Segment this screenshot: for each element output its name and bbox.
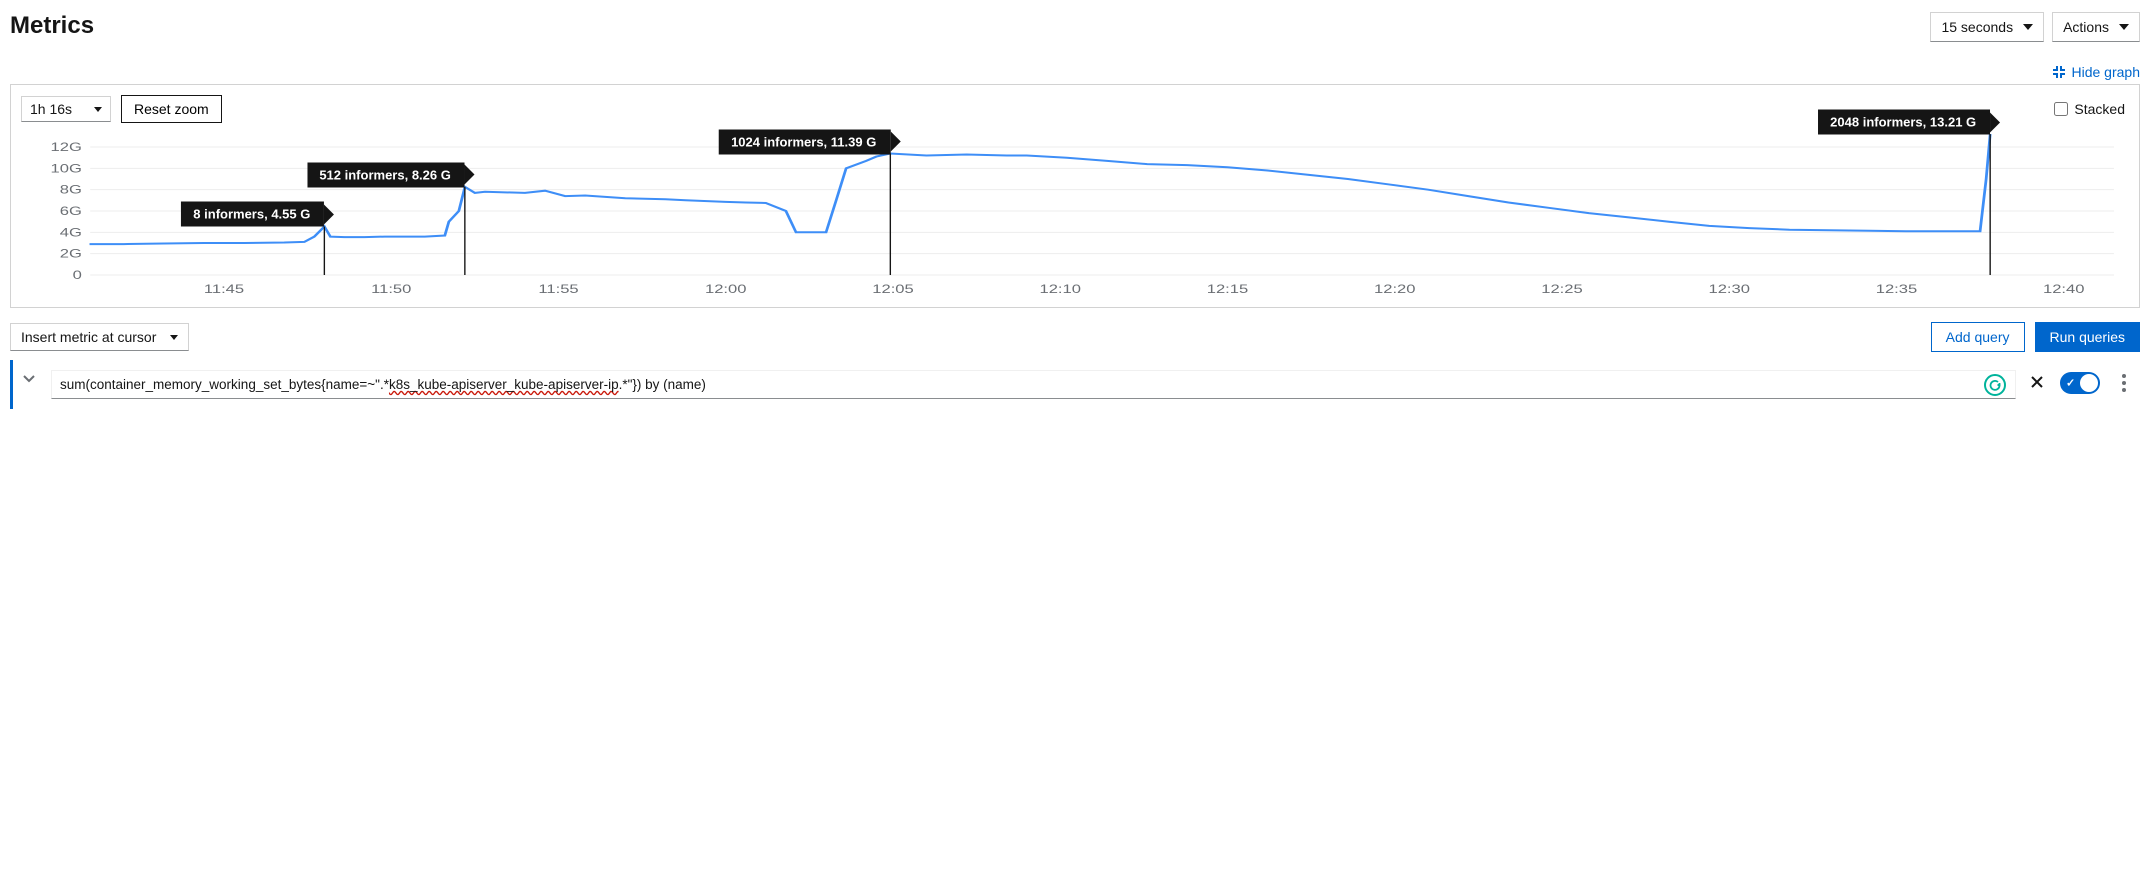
- hide-graph-label: Hide graph: [2072, 64, 2141, 80]
- chart-panel: 1h 16s Reset zoom Stacked 0 2G 4G 6G 8G 10G 12…: [10, 84, 2140, 308]
- svg-text:11:50: 11:50: [371, 283, 411, 296]
- svg-text:12:20: 12:20: [1374, 283, 1416, 296]
- refresh-interval-label: 15 seconds: [1941, 19, 2013, 35]
- query-input[interactable]: sum(container_memory_working_set_bytes{n…: [51, 370, 2016, 399]
- stacked-checkbox-wrap[interactable]: Stacked: [2054, 101, 2125, 117]
- clear-query-button[interactable]: [2030, 374, 2044, 392]
- svg-text:0: 0: [73, 269, 82, 282]
- compress-icon: [2052, 65, 2066, 79]
- query-enabled-toggle[interactable]: [2060, 372, 2100, 394]
- stacked-label: Stacked: [2074, 101, 2125, 117]
- run-queries-button[interactable]: Run queries: [2035, 322, 2141, 352]
- caret-down-icon: [2023, 24, 2033, 30]
- chart-plot[interactable]: 0 2G 4G 6G 8G 10G 12G 11:45 11:50 11:55 12:00 12:05…: [21, 127, 2125, 297]
- svg-text:8G: 8G: [60, 184, 82, 197]
- chevron-down-icon: [21, 370, 37, 386]
- svg-text:12:00: 12:00: [705, 283, 747, 296]
- refresh-interval-select[interactable]: 15 seconds: [1930, 12, 2044, 42]
- query-expand-toggle[interactable]: [21, 370, 37, 391]
- svg-text:12:35: 12:35: [1876, 283, 1918, 296]
- svg-text:12G: 12G: [51, 141, 82, 154]
- query-row: sum(container_memory_working_set_bytes{n…: [10, 360, 2140, 409]
- svg-text:12:30: 12:30: [1708, 283, 1750, 296]
- svg-text:12:25: 12:25: [1541, 283, 1583, 296]
- svg-text:4G: 4G: [60, 226, 82, 239]
- caret-down-icon: [170, 335, 178, 340]
- svg-text:2G: 2G: [60, 248, 82, 261]
- chart-annotation: 512 informers, 8.26 G: [307, 162, 465, 187]
- page-title: Metrics: [10, 12, 94, 40]
- svg-text:11:45: 11:45: [204, 283, 244, 296]
- caret-down-icon: [94, 107, 102, 112]
- svg-text:6G: 6G: [60, 205, 82, 218]
- reset-zoom-button[interactable]: Reset zoom: [121, 95, 222, 123]
- caret-down-icon: [2119, 24, 2129, 30]
- svg-text:11:55: 11:55: [538, 283, 578, 296]
- actions-label: Actions: [2063, 19, 2109, 35]
- svg-text:12:40: 12:40: [2043, 283, 2085, 296]
- time-range-select[interactable]: 1h 16s: [21, 96, 111, 122]
- add-query-button[interactable]: Add query: [1931, 322, 2025, 352]
- svg-text:12:10: 12:10: [1039, 283, 1081, 296]
- query-kebab-menu[interactable]: [2116, 370, 2132, 396]
- insert-metric-select[interactable]: Insert metric at cursor: [10, 323, 189, 351]
- chart-annotation: 2048 informers, 13.21 G: [1818, 110, 1990, 135]
- grammarly-icon[interactable]: [1984, 374, 2006, 396]
- query-input-wrap: sum(container_memory_working_set_bytes{n…: [51, 370, 2016, 399]
- svg-text:12:05: 12:05: [872, 283, 914, 296]
- stacked-checkbox[interactable]: [2054, 102, 2068, 116]
- actions-menu[interactable]: Actions: [2052, 12, 2140, 42]
- insert-metric-label: Insert metric at cursor: [21, 329, 156, 345]
- chart-annotation: 1024 informers, 11.39 G: [719, 129, 890, 154]
- svg-text:12:15: 12:15: [1207, 283, 1249, 296]
- time-range-label: 1h 16s: [30, 101, 72, 117]
- hide-graph-toggle[interactable]: Hide graph: [2052, 64, 2141, 80]
- svg-text:10G: 10G: [51, 162, 82, 175]
- close-icon: [2030, 375, 2044, 389]
- chart-annotation: 8 informers, 4.55 G: [181, 202, 324, 227]
